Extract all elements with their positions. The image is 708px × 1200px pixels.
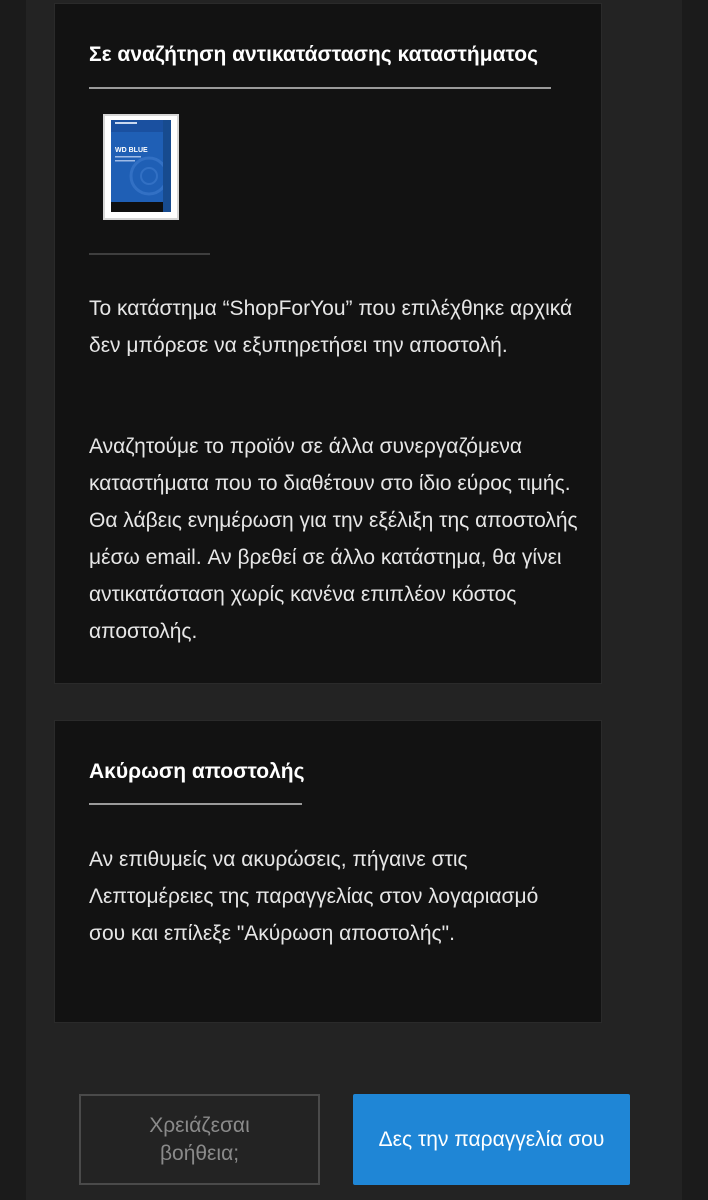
replacement-search-text: Αναζητούμε το προϊόν σε άλλα συνεργαζόμε… — [89, 435, 578, 643]
cancel-shipment-card: Ακύρωση αποστολής Αν επιθυμείς να ακυρώσ… — [54, 720, 602, 1023]
help-button-label: Χρειάζεσαι βοήθεια; — [149, 1113, 250, 1165]
hard-drive-icon: WD BLUE — [105, 116, 177, 218]
cancel-shipment-title: Ακύρωση αποστολής — [89, 760, 305, 783]
cancel-instructions-text: Αν επιθυμείς να ακυρώσεις, πήγαινε στις … — [89, 848, 539, 945]
help-button[interactable]: Χρειάζεσαι βοήθεια; — [79, 1094, 320, 1185]
title-divider — [89, 87, 551, 89]
product-brand-label: WD BLUE — [115, 147, 148, 154]
store-replacement-title: Σε αναζήτηση αντικατάστασης καταστήματος — [89, 43, 539, 66]
store-unavailable-text: Το κατάστημα “ShopForYou” που επιλέχθηκε… — [89, 297, 573, 357]
product-image[interactable]: WD BLUE — [103, 114, 179, 220]
view-order-button[interactable]: Δες την παραγγελία σου — [353, 1094, 630, 1185]
store-replacement-card: Σε αναζήτηση αντικατάστασης καταστήματος… — [54, 3, 602, 684]
product-divider — [89, 253, 210, 255]
view-order-button-label: Δες την παραγγελία σου — [378, 1127, 605, 1151]
title-divider — [89, 803, 302, 805]
